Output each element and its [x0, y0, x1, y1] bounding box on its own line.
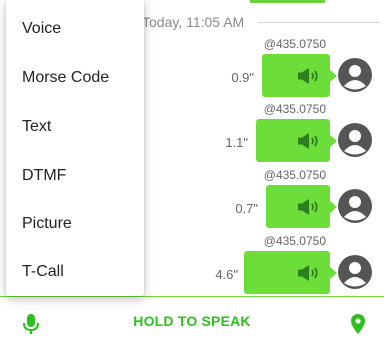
user-avatar-icon[interactable]: [338, 58, 372, 92]
user-avatar-icon[interactable]: [338, 123, 372, 157]
location-pin-icon[interactable]: [350, 313, 366, 335]
menu-item-picture[interactable]: Picture: [6, 200, 144, 248]
date-separator: Today, 11:05 AM: [142, 12, 380, 32]
top-bubble-edge: [250, 0, 325, 3]
message-type-menu: Voice Morse Code Text DTMF Picture T-Cal…: [6, 0, 144, 296]
message-duration: 0.7": [235, 201, 258, 216]
message-sender: @435.0750: [263, 102, 326, 116]
user-avatar-icon[interactable]: [338, 189, 372, 223]
voice-message-bubble[interactable]: [262, 54, 337, 97]
message-duration: 4.6": [215, 267, 238, 282]
menu-item-morse-code[interactable]: Morse Code: [6, 54, 144, 102]
user-avatar-icon[interactable]: [338, 255, 372, 289]
voice-wave-icon: [298, 68, 318, 84]
voice-wave-icon: [298, 133, 318, 149]
voice-wave-icon: [298, 199, 318, 215]
app-screen: Today, 11:05 AM @435.0750 0.9" @435.0750…: [0, 0, 384, 340]
bottom-bar: HOLD TO SPEAK: [0, 296, 384, 340]
voice-wave-icon: [298, 265, 318, 281]
menu-item-text[interactable]: Text: [6, 103, 144, 151]
voice-message-bubble[interactable]: [244, 251, 337, 294]
hold-to-speak-button[interactable]: HOLD TO SPEAK: [0, 311, 384, 331]
menu-item-voice[interactable]: Voice: [6, 5, 144, 53]
menu-item-t-call[interactable]: T-Call: [6, 248, 144, 296]
message-sender: @435.0750: [263, 234, 326, 248]
message-sender: @435.0750: [263, 37, 326, 51]
date-separator-text: Today, 11:05 AM: [142, 14, 245, 30]
voice-message-bubble[interactable]: [266, 185, 337, 228]
message-duration: 0.9": [231, 70, 254, 85]
message-sender: @435.0750: [263, 168, 326, 182]
menu-item-dtmf[interactable]: DTMF: [6, 152, 144, 200]
message-duration: 1.1": [225, 135, 248, 150]
voice-message-bubble[interactable]: [256, 119, 337, 162]
date-separator-line: [258, 22, 380, 23]
